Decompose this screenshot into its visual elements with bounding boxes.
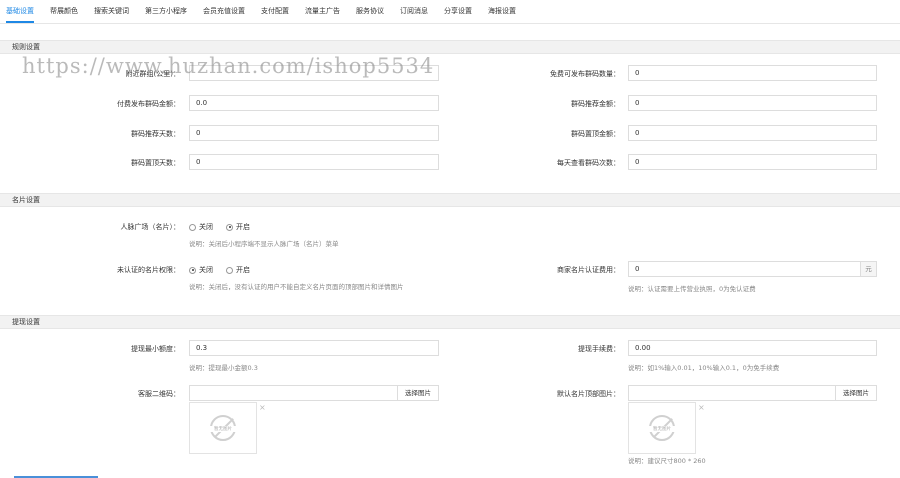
radio-dot xyxy=(189,266,196,274)
radio-dot xyxy=(226,266,233,274)
recommend-days-label: 群码推荐天数： xyxy=(131,130,180,138)
daily-views-input[interactable]: 0 xyxy=(628,154,877,170)
tab-subscription-messages[interactable]: 订阅消息 xyxy=(400,6,428,23)
no-image-icon: 暂无图片 xyxy=(649,415,675,441)
withdraw-min-label: 提现最小额度： xyxy=(131,345,180,353)
service-qrcode-select-button[interactable]: 选择图片 xyxy=(397,385,439,401)
tab-service-agreement[interactable]: 服务协议 xyxy=(356,6,384,23)
service-qrcode-label: 客服二维码： xyxy=(138,390,180,398)
paid-publish-amount-input[interactable]: 0.0 xyxy=(189,95,439,111)
people-plaza-on-radio[interactable]: 开启 xyxy=(226,222,250,232)
tab-bar: 基础设置 帮展颜色 搜索关键词 第三方小程序 会员充值设置 支付配置 流量主广告… xyxy=(0,0,900,24)
card-banner-input[interactable] xyxy=(628,385,836,401)
withdraw-fee-label: 提现手续费： xyxy=(578,345,620,353)
withdraw-fee-input[interactable]: 0.00 xyxy=(628,340,877,356)
currency-unit: 元 xyxy=(860,261,877,277)
withdraw-fee-hint: 说明：如1%输入0.01，10%输入0.1，0为免手续费 xyxy=(628,364,780,372)
unverified-card-on-radio[interactable]: 开启 xyxy=(226,265,250,275)
card-verify-fee-label: 商家名片认证费用： xyxy=(557,266,620,274)
daily-views-label: 每天查看群码次数： xyxy=(557,159,620,167)
withdraw-min-hint: 说明：提现最小金额0.3 xyxy=(189,364,258,372)
tab-poster-settings[interactable]: 海报设置 xyxy=(488,6,516,23)
tab-theme-color[interactable]: 帮展颜色 xyxy=(50,6,78,23)
card-banner-preview: 暂无图片 xyxy=(628,402,696,454)
tab-basic-settings[interactable]: 基础设置 xyxy=(6,6,34,23)
people-plaza-hint: 说明：关闭后小程序端不显示人脉广场（名片）菜单 xyxy=(189,240,339,248)
free-group-count-label: 免费可发布群码数量： xyxy=(550,70,620,78)
tab-share-settings[interactable]: 分享设置 xyxy=(444,6,472,23)
card-banner-select-button[interactable]: 选择图片 xyxy=(835,385,877,401)
card-banner-hint: 说明：建议尺寸800 * 260 xyxy=(628,457,706,465)
withdraw-min-input[interactable]: 0.3 xyxy=(189,340,439,356)
nearby-groups-input[interactable] xyxy=(189,65,439,81)
section-rules-header: 规则设置 xyxy=(0,40,900,54)
free-group-count-input[interactable]: 0 xyxy=(628,65,877,81)
recommend-amount-label: 群码推荐金额： xyxy=(571,100,620,108)
service-qrcode-remove-icon[interactable]: × xyxy=(259,403,266,412)
card-verify-fee-input[interactable]: 0 xyxy=(628,261,861,277)
paid-publish-amount-label: 付费发布群码金额： xyxy=(117,100,180,108)
tab-third-party-miniprogram[interactable]: 第三方小程序 xyxy=(145,6,187,23)
nearby-groups-label: 附近群组(公里)： xyxy=(125,70,180,78)
recommend-amount-input[interactable]: 0 xyxy=(628,95,877,111)
tab-payment-config[interactable]: 支付配置 xyxy=(261,6,289,23)
tab-member-recharge[interactable]: 会员充值设置 xyxy=(203,6,245,23)
pin-days-input[interactable]: 0 xyxy=(189,154,439,170)
radio-dot xyxy=(226,223,233,231)
people-plaza-off-radio[interactable]: 关闭 xyxy=(189,222,213,232)
service-qrcode-preview: 暂无图片 xyxy=(189,402,257,454)
unverified-card-label: 未认证的名片权限： xyxy=(117,266,180,274)
radio-dot xyxy=(189,223,196,231)
no-image-icon: 暂无图片 xyxy=(210,415,236,441)
people-plaza-label: 人脉广场（名片）： xyxy=(120,223,181,231)
tab-search-keywords[interactable]: 搜索关键词 xyxy=(94,6,129,23)
section-card-header: 名片设置 xyxy=(0,193,900,207)
unverified-card-off-radio[interactable]: 关闭 xyxy=(189,265,213,275)
service-qrcode-input[interactable] xyxy=(189,385,398,401)
pin-days-label: 群码置顶天数： xyxy=(131,159,180,167)
recommend-days-input[interactable]: 0 xyxy=(189,125,439,141)
pin-amount-input[interactable]: 0 xyxy=(628,125,877,141)
tab-traffic-ads[interactable]: 流量主广告 xyxy=(305,6,340,23)
pin-amount-label: 群码置顶金额： xyxy=(571,130,620,138)
card-verify-fee-hint: 说明：认证需要上传营业执照，0为免认证费 xyxy=(628,285,756,293)
card-banner-remove-icon[interactable]: × xyxy=(698,403,705,412)
card-banner-label: 默认名片顶部图片： xyxy=(557,390,620,398)
section-withdraw-header: 提现设置 xyxy=(0,315,900,329)
unverified-card-hint: 说明：关闭后，没有认证的用户不能自定义名片页面的顶部图片和详情图片 xyxy=(189,283,404,291)
